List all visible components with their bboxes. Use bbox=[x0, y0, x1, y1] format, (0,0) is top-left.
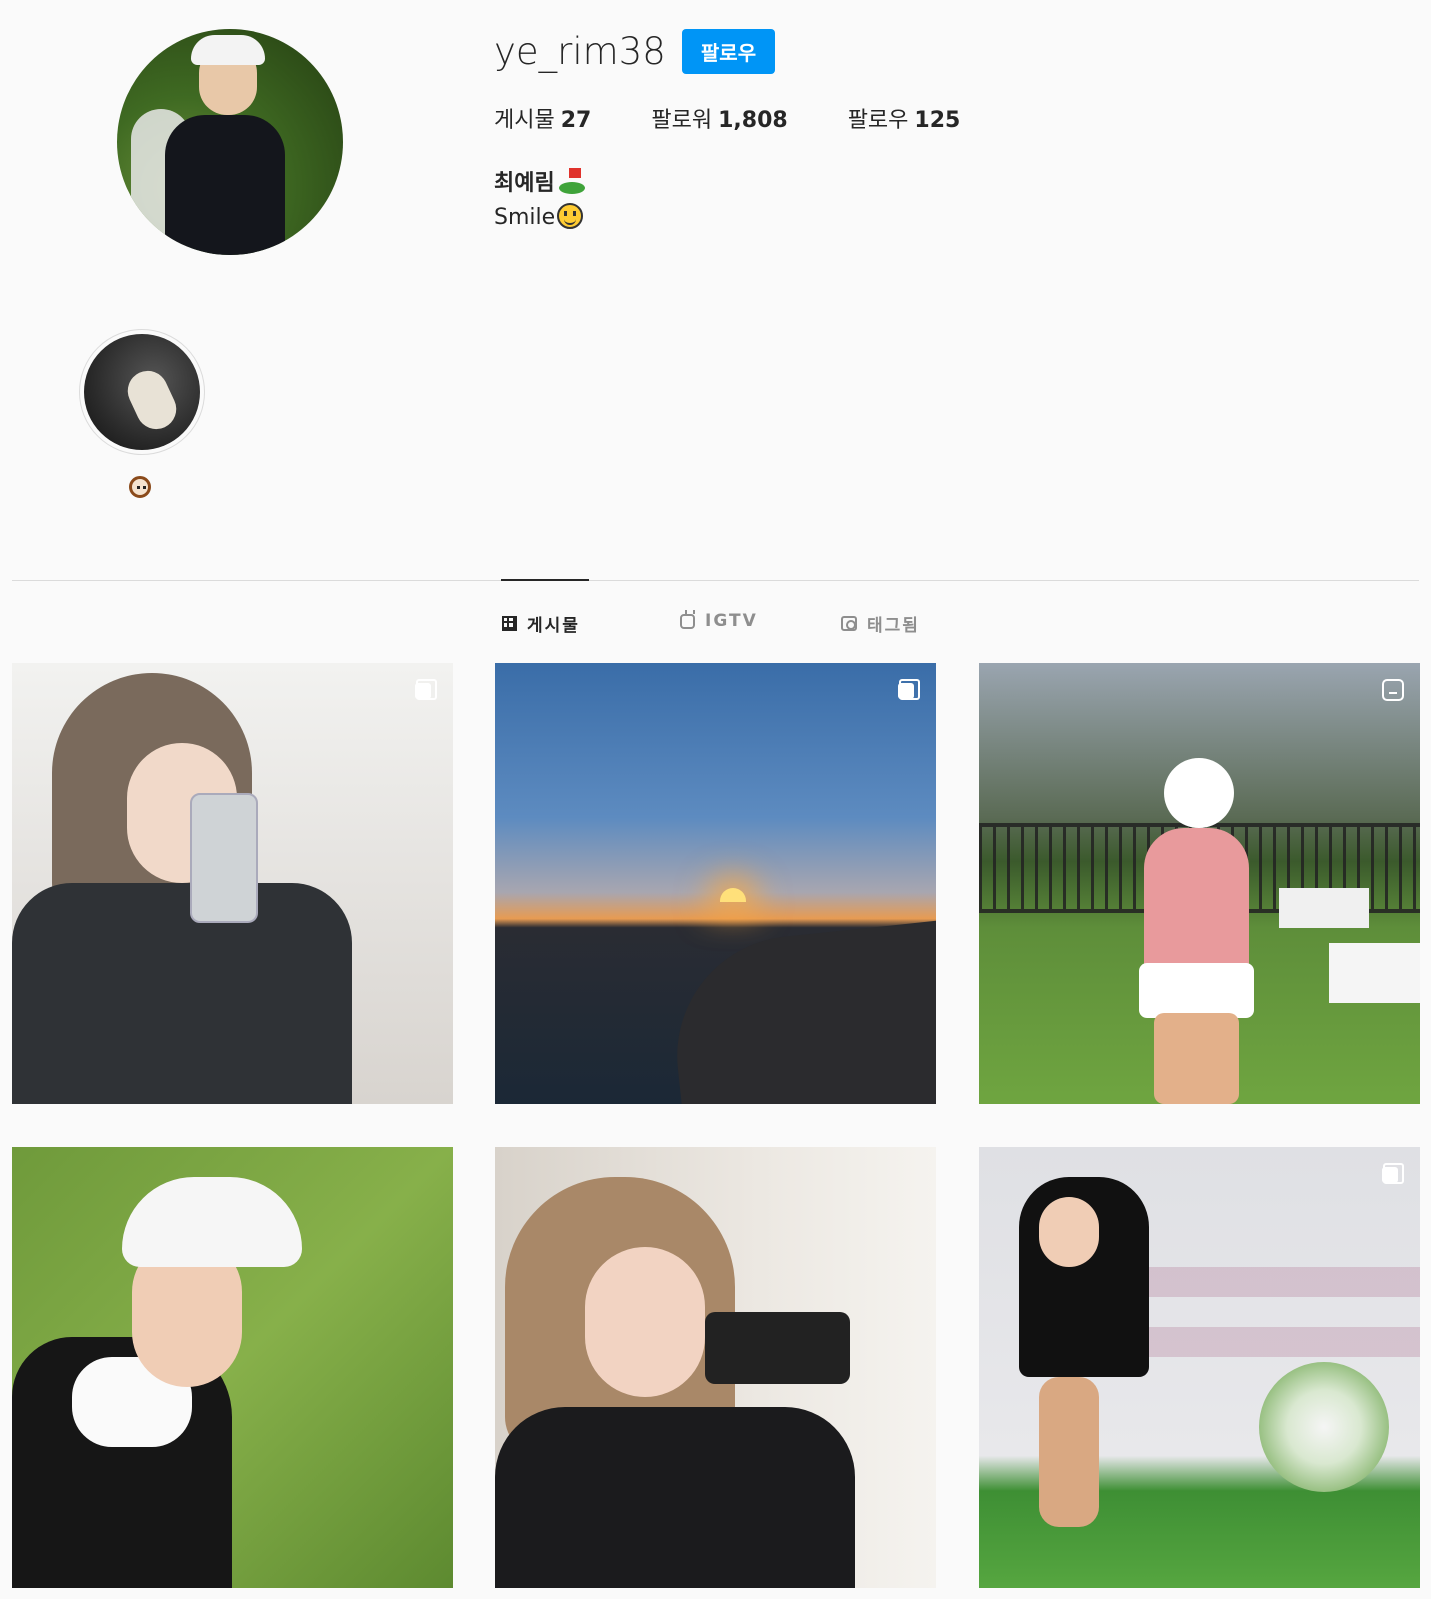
post-thumbnail[interactable] bbox=[495, 1147, 936, 1588]
grid-icon bbox=[502, 616, 517, 631]
post-image-shirt bbox=[495, 1407, 855, 1588]
post-image-golfer bbox=[1144, 828, 1249, 978]
tab-posts[interactable]: 게시물 bbox=[502, 611, 580, 636]
tagged-icon bbox=[841, 616, 857, 631]
post-image-shoe-inset bbox=[1259, 1362, 1389, 1492]
profile-bio: Smile bbox=[494, 203, 584, 230]
post-thumbnail[interactable] bbox=[12, 663, 453, 1104]
tabs-divider bbox=[12, 580, 1419, 581]
post-thumbnail[interactable] bbox=[12, 1147, 453, 1588]
avatar-photo-body bbox=[165, 115, 285, 255]
post-image-coastline bbox=[665, 917, 936, 1104]
post-image-face bbox=[1039, 1197, 1099, 1267]
carousel-icon bbox=[898, 679, 920, 701]
stat-posts-label: 게시물 bbox=[494, 108, 555, 133]
post-image-skirt bbox=[1139, 963, 1254, 1018]
post-image-phone bbox=[190, 793, 258, 923]
tab-igtv[interactable]: IGTV bbox=[680, 611, 758, 631]
post-thumbnail[interactable] bbox=[979, 1147, 1420, 1588]
post-thumbnail[interactable] bbox=[979, 663, 1420, 1104]
igtv-icon bbox=[680, 613, 695, 629]
stat-followers-label: 팔로워 bbox=[651, 108, 713, 133]
stat-followers[interactable]: 팔로워 1,808 bbox=[651, 102, 787, 134]
profile-stats: 게시물 27 팔로워 1,808 팔로우 125 bbox=[494, 102, 1020, 134]
stat-following-count: 125 bbox=[914, 108, 961, 133]
smiley-emoji-icon bbox=[557, 203, 584, 229]
active-tab-indicator bbox=[501, 579, 589, 581]
post-image-legs bbox=[1039, 1377, 1099, 1527]
post-image-cap bbox=[1164, 758, 1234, 828]
bio-text: Smile bbox=[494, 205, 556, 230]
highlight-dog-shape bbox=[121, 364, 183, 436]
post-image-sun bbox=[720, 888, 746, 902]
stat-following-label: 팔로우 bbox=[847, 108, 909, 133]
stat-posts-count: 27 bbox=[560, 108, 592, 133]
post-image-jacket bbox=[12, 883, 352, 1104]
post-image-sign bbox=[1279, 888, 1369, 928]
profile-avatar[interactable] bbox=[117, 29, 343, 255]
golf-flag-emoji-icon bbox=[558, 168, 585, 194]
full-name-text: 최예림 bbox=[494, 171, 555, 196]
stat-posts[interactable]: 게시물 27 bbox=[494, 102, 591, 134]
tab-posts-label: 게시물 bbox=[527, 616, 580, 636]
avatar-photo-cap bbox=[191, 35, 265, 65]
post-image-banner bbox=[1129, 1237, 1420, 1387]
post-image-cap bbox=[122, 1177, 302, 1267]
follow-button[interactable]: 팔로우 bbox=[682, 29, 775, 74]
stat-followers-count: 1,808 bbox=[718, 108, 788, 133]
carousel-icon bbox=[1382, 1163, 1404, 1185]
post-image-face bbox=[585, 1247, 705, 1397]
clip-icon bbox=[1382, 679, 1404, 701]
highlight-cover-image bbox=[84, 334, 200, 450]
profile-username: ye_rim38 bbox=[494, 30, 666, 73]
post-image-sign bbox=[1329, 943, 1420, 1003]
tab-tagged[interactable]: 태그됨 bbox=[841, 611, 920, 636]
highlight-title bbox=[129, 476, 155, 502]
post-thumbnail[interactable] bbox=[495, 663, 936, 1104]
tab-tagged-label: 태그됨 bbox=[867, 616, 920, 636]
post-image-legs bbox=[1154, 1013, 1239, 1104]
tab-igtv-label: IGTV bbox=[705, 611, 758, 631]
story-highlight[interactable] bbox=[79, 329, 205, 455]
dog-face-emoji-icon bbox=[129, 476, 151, 498]
stat-following[interactable]: 팔로우 125 bbox=[848, 102, 961, 134]
profile-full-name: 최예림 bbox=[494, 165, 585, 197]
post-image-phone bbox=[705, 1312, 850, 1384]
post-image-player bbox=[1019, 1177, 1149, 1377]
carousel-icon bbox=[415, 679, 437, 701]
